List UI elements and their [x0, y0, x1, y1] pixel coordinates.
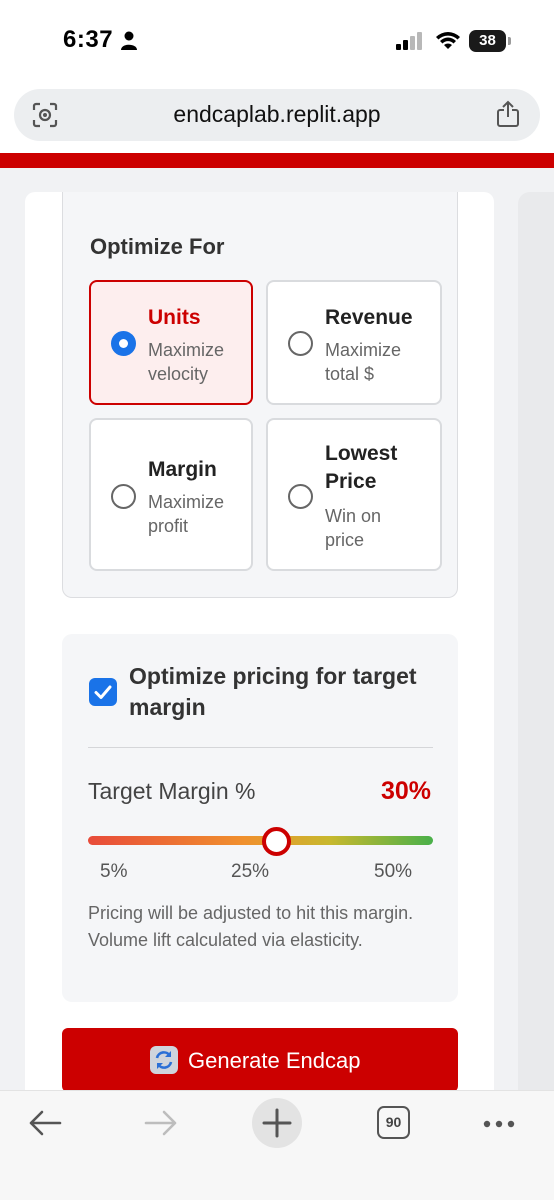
tab-count: 90 [385, 1114, 402, 1130]
option-description: Win on price [325, 506, 382, 550]
radio-selected-icon[interactable] [111, 331, 136, 356]
address-bar[interactable]: endcaplab.replit.app [14, 89, 540, 141]
radio-unselected-icon[interactable] [111, 484, 136, 509]
option-lowest-price[interactable]: Lowest Price Win on price [266, 418, 442, 571]
person-icon [121, 31, 137, 50]
url-text[interactable]: endcaplab.replit.app [14, 101, 540, 128]
clock-time: 6:37 [63, 26, 114, 53]
option-revenue[interactable]: Revenue Maximize total $ [266, 280, 442, 405]
tab-switcher-button[interactable]: 90 [377, 1106, 410, 1139]
share-icon[interactable] [496, 100, 520, 128]
optimize-margin-label[interactable]: Optimize pricing for target margin [129, 661, 429, 723]
cellular-signal-icon [396, 32, 422, 50]
option-description: Maximize velocity [148, 340, 225, 384]
option-description: Maximize profit [148, 492, 225, 536]
generate-endcap-label: Generate Endcap [188, 1048, 361, 1073]
refresh-icon [150, 1046, 178, 1074]
generate-endcap-button[interactable]: Generate Endcap [62, 1028, 458, 1092]
wifi-icon [436, 32, 460, 49]
radio-unselected-icon[interactable] [288, 484, 313, 509]
battery-level-text: 38 [479, 32, 496, 49]
browser-toolbar: 90 [0, 1090, 554, 1200]
adjacent-panel [518, 192, 554, 1112]
option-description: Maximize total $ [325, 340, 402, 384]
battery-icon: 38 [469, 30, 511, 52]
new-tab-plus-icon[interactable] [252, 1098, 302, 1148]
slider-min-label: 5% [100, 861, 128, 882]
target-margin-slider-track[interactable] [88, 836, 433, 845]
option-margin[interactable]: Margin Maximize profit [89, 418, 253, 571]
more-menu-icon[interactable] [482, 1119, 516, 1129]
target-margin-slider-thumb[interactable] [262, 827, 291, 856]
site-header-strip [0, 153, 554, 168]
optimize-margin-checkbox[interactable] [89, 678, 117, 706]
target-margin-label: Target Margin % [88, 778, 256, 804]
option-title: Revenue [325, 306, 413, 329]
slider-max-label: 50% [374, 861, 413, 882]
divider [88, 747, 433, 748]
forward-arrow-icon[interactable] [144, 1109, 178, 1137]
radio-unselected-icon[interactable] [288, 331, 313, 356]
option-units[interactable]: Units Maximize velocity [89, 280, 253, 405]
option-title: Margin [148, 458, 217, 481]
option-title: Lowest Price [325, 442, 398, 493]
optimize-for-title: Optimize For [90, 234, 225, 259]
checkmark-icon [94, 685, 112, 699]
status-bar: 6:37 38 [0, 0, 554, 84]
slider-mid-label: 25% [231, 861, 270, 882]
back-arrow-icon[interactable] [28, 1109, 62, 1137]
option-title: Units [148, 306, 201, 329]
target-margin-value: 30% [380, 777, 431, 805]
margin-help-text: Pricing will be adjusted to hit this mar… [88, 903, 414, 950]
